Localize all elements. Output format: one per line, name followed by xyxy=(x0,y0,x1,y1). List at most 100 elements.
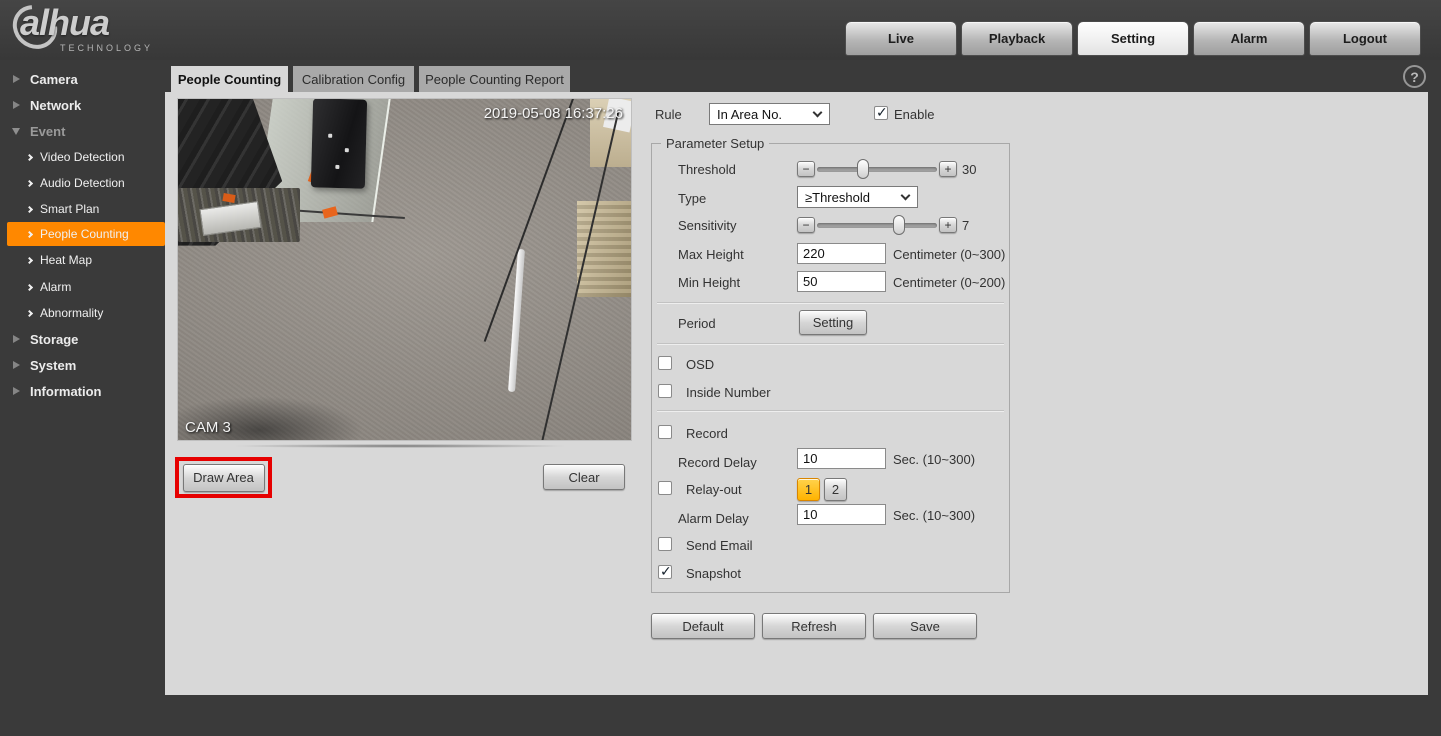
record-checkbox[interactable]: ✓ xyxy=(658,425,672,439)
max-height-input[interactable] xyxy=(797,243,886,264)
sidebar: Camera Network Event Video Detection Aud… xyxy=(0,60,165,695)
chevron-down-icon xyxy=(813,108,823,118)
sidebar-item-video-detection[interactable]: Video Detection xyxy=(0,145,165,169)
period-setting-button[interactable]: Setting xyxy=(799,310,867,335)
min-height-input[interactable] xyxy=(797,271,886,292)
record-delay-unit: Sec. (10~300) xyxy=(893,452,975,467)
help-icon[interactable]: ? xyxy=(1403,65,1426,88)
threshold-minus-button[interactable]: − xyxy=(797,161,815,177)
clear-button[interactable]: Clear xyxy=(543,464,625,490)
sidebar-item-label: Audio Detection xyxy=(40,176,125,190)
min-height-label: Min Height xyxy=(678,275,740,290)
footer xyxy=(0,695,1441,736)
send-email-checkbox[interactable]: ✓ xyxy=(658,537,672,551)
enable-label: Enable xyxy=(894,107,934,122)
sidebar-item-abnormality[interactable]: Abnormality xyxy=(0,301,165,325)
rule-select[interactable]: In Area No. xyxy=(709,103,830,125)
tab-people-counting[interactable]: People Counting xyxy=(171,66,288,92)
sidebar-item-label: People Counting xyxy=(40,227,129,241)
video-preview[interactable]: 2019-05-08 16:37:26 CAM 3 xyxy=(178,99,631,440)
draw-area-button[interactable]: Draw Area xyxy=(183,464,265,492)
draw-area-highlight: Draw Area xyxy=(175,457,272,498)
record-delay-label: Record Delay xyxy=(678,455,757,470)
tab-calibration-config[interactable]: Calibration Config xyxy=(293,66,414,92)
type-selected-value: ≥Threshold xyxy=(805,190,870,205)
period-label: Period xyxy=(678,316,716,331)
sidebar-item-event[interactable]: Event xyxy=(0,119,165,143)
save-button[interactable]: Save xyxy=(873,613,977,639)
logo-text: alhua xyxy=(20,2,109,44)
alarm-delay-unit: Sec. (10~300) xyxy=(893,508,975,523)
divider xyxy=(657,410,1004,412)
sensitivity-value: 7 xyxy=(962,218,969,233)
sensitivity-slider-thumb[interactable] xyxy=(893,215,905,235)
inside-number-checkbox[interactable]: ✓ xyxy=(658,384,672,398)
rule-selected-value: In Area No. xyxy=(717,107,782,122)
sensitivity-label: Sensitivity xyxy=(678,218,737,233)
sidebar-item-storage[interactable]: Storage xyxy=(0,327,165,351)
record-label: Record xyxy=(686,426,728,441)
top-bar: alhua TECHNOLOGY Live Playback Setting A… xyxy=(0,0,1441,60)
chevron-right-icon xyxy=(26,205,33,212)
sidebar-item-information[interactable]: Information xyxy=(0,379,165,403)
sidebar-item-label: Event xyxy=(30,124,65,139)
relay-channel-1-button[interactable]: 1 xyxy=(797,478,820,501)
sidebar-item-label: Video Detection xyxy=(40,150,125,164)
sidebar-item-people-counting[interactable]: People Counting xyxy=(7,222,165,246)
dahua-logo: alhua TECHNOLOGY xyxy=(14,0,234,58)
triangle-right-icon xyxy=(13,335,20,343)
sidebar-item-label: Heat Map xyxy=(40,253,92,267)
chevron-right-icon xyxy=(26,179,33,186)
nav-live-button[interactable]: Live xyxy=(845,21,957,56)
sensitivity-slider[interactable] xyxy=(817,223,937,228)
refresh-button[interactable]: Refresh xyxy=(762,613,866,639)
logo-subtext: TECHNOLOGY xyxy=(60,43,153,53)
tab-people-counting-report[interactable]: People Counting Report xyxy=(419,66,570,92)
triangle-down-icon xyxy=(12,128,20,135)
type-select[interactable]: ≥Threshold xyxy=(797,186,918,208)
relay-channel-2-button[interactable]: 2 xyxy=(824,478,847,501)
threshold-plus-button[interactable]: + xyxy=(939,161,957,177)
sidebar-item-alarm[interactable]: Alarm xyxy=(0,275,165,299)
threshold-slider[interactable] xyxy=(817,167,937,172)
send-email-label: Send Email xyxy=(686,538,752,553)
relay-out-checkbox[interactable]: ✓ xyxy=(658,481,672,495)
nav-setting-button[interactable]: Setting xyxy=(1077,21,1189,56)
sensitivity-plus-button[interactable]: + xyxy=(939,217,957,233)
camera-label: CAM 3 xyxy=(185,419,231,436)
divider xyxy=(657,302,1004,304)
threshold-slider-thumb[interactable] xyxy=(857,159,869,179)
content-panel: 2019-05-08 16:37:26 CAM 3 Draw Area Clea… xyxy=(165,92,1428,695)
sidebar-item-label: Camera xyxy=(30,72,78,87)
sidebar-item-camera[interactable]: Camera xyxy=(0,67,165,91)
osd-checkbox[interactable]: ✓ xyxy=(658,356,672,370)
sidebar-item-network[interactable]: Network xyxy=(0,93,165,117)
sidebar-item-label: Abnormality xyxy=(40,306,103,320)
sidebar-item-heat-map[interactable]: Heat Map xyxy=(0,248,165,272)
min-height-unit: Centimeter (0~200) xyxy=(893,275,1005,290)
default-button[interactable]: Default xyxy=(651,613,755,639)
snapshot-checkbox[interactable]: ✓ xyxy=(658,565,672,579)
nav-alarm-button[interactable]: Alarm xyxy=(1193,21,1305,56)
alarm-delay-label: Alarm Delay xyxy=(678,511,749,526)
check-icon: ✓ xyxy=(876,104,888,121)
enable-checkbox[interactable]: ✓ xyxy=(874,106,888,120)
nav-logout-button[interactable]: Logout xyxy=(1309,21,1421,56)
main-nav: Live Playback Setting Alarm Logout xyxy=(845,21,1421,56)
sidebar-item-label: System xyxy=(30,358,76,373)
video-shadow-line xyxy=(235,444,565,448)
sensitivity-minus-button[interactable]: − xyxy=(797,217,815,233)
max-height-label: Max Height xyxy=(678,247,744,262)
alarm-delay-input[interactable] xyxy=(797,504,886,525)
triangle-right-icon xyxy=(13,101,20,109)
chevron-right-icon xyxy=(26,283,33,290)
nav-playback-button[interactable]: Playback xyxy=(961,21,1073,56)
chevron-down-icon xyxy=(901,191,911,201)
sidebar-item-system[interactable]: System xyxy=(0,353,165,377)
sidebar-item-smart-plan[interactable]: Smart Plan xyxy=(0,197,165,221)
record-delay-input[interactable] xyxy=(797,448,886,469)
max-height-unit: Centimeter (0~300) xyxy=(893,247,1005,262)
threshold-label: Threshold xyxy=(678,162,736,177)
sidebar-item-audio-detection[interactable]: Audio Detection xyxy=(0,171,165,195)
rule-label: Rule xyxy=(655,107,682,122)
